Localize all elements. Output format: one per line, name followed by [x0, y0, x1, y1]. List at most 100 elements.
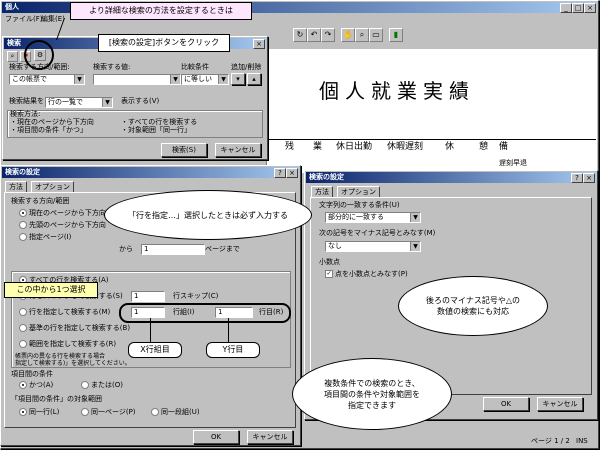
multi-condition-cloud: 複数条件での検索のとき、 項目間の条件や対象範囲を 指定できます [292, 358, 452, 430]
scope-option-column[interactable]: 同一段組(U) [151, 408, 200, 417]
direction-option-page-label: 指定ページ(I) [29, 233, 72, 241]
document-area [266, 49, 597, 173]
radio-icon [151, 408, 159, 416]
item-cond-label: 項目間の条件 [11, 370, 53, 378]
row-option-range[interactable]: 範囲を指定して検索する(R) [19, 340, 116, 349]
and-option[interactable]: かつ(A) [19, 381, 53, 390]
cloud-multi-line-2: 項目間の条件や対象範囲を [324, 389, 420, 399]
row-input-cloud: 「行を指定…」選択したときは必ず入力する [104, 190, 312, 240]
value-select[interactable]: ▼ [93, 74, 181, 85]
radio-icon [19, 233, 27, 241]
settings-right-ok-button[interactable]: OK [483, 397, 529, 411]
settings-left-ok-button[interactable]: OK [193, 430, 239, 444]
row-option-specify-label: 行を指定して検索する(M) [29, 308, 111, 316]
button-highlight-circle [24, 40, 54, 70]
menu-file[interactable]: ファイル(F) [5, 15, 43, 24]
radio-icon [81, 381, 89, 389]
compare-select[interactable]: に等しい ▼ [181, 74, 229, 85]
hand-icon[interactable]: ✋ [341, 28, 355, 42]
or-option[interactable]: または(O) [81, 381, 123, 390]
scope-option-column-label: 同一段組(U) [161, 408, 200, 416]
decimal-checkbox[interactable]: ✓ 点を小数点とみなす(P) [325, 270, 408, 279]
addremove-label: 追加/削除 [231, 63, 262, 71]
radio-icon [19, 308, 27, 316]
settings-right-cancel-button[interactable]: キャンセル [537, 397, 583, 411]
direction-group-label: 検索する方向/範囲 [11, 197, 70, 205]
close-button[interactable]: × [584, 3, 596, 13]
maximize-button[interactable]: □ [572, 3, 584, 13]
label-x-callout: X行組目 [128, 342, 182, 358]
scope-option-page[interactable]: 同一ページ(P) [81, 408, 136, 417]
checkbox-icon: ✓ [325, 270, 333, 278]
col-gyo: 業 [313, 142, 323, 152]
col-kyu: 休 [445, 142, 455, 152]
scope-option-row[interactable]: 同一行(L) [19, 408, 59, 417]
search-icon[interactable]: ⌕ [7, 51, 18, 62]
undo-icon[interactable]: ↶ [307, 28, 321, 42]
col-bi: 備 [499, 142, 509, 152]
search-button[interactable]: 検索(S) [161, 143, 207, 157]
result-select[interactable]: 行の一覧で ▼ [45, 97, 113, 108]
refresh-icon[interactable]: ↻ [293, 28, 307, 42]
direction-option-first[interactable]: 先頭のページから下方向 [19, 221, 106, 230]
row-option-specify[interactable]: 行を指定して検索する(M) [19, 308, 110, 317]
col-holiday-work: 休日出勤 [336, 142, 373, 152]
chevron-down-icon: ▼ [410, 213, 420, 222]
direction-option-current[interactable]: 現在のページから下方向 [19, 209, 106, 218]
radio-icon [19, 221, 27, 229]
search-cancel-button[interactable]: キャンセル [215, 143, 261, 157]
result-suffix: 表示する(V) [121, 97, 160, 105]
cloud-multi-line-3: 指定できます [348, 400, 396, 410]
settings-right-close-button[interactable]: × [583, 173, 595, 183]
skip-input[interactable]: 1 [131, 291, 165, 302]
direction-value: この帳票で [12, 75, 47, 83]
result-label: 検索結果を [9, 97, 44, 105]
row-specify-highlight [119, 303, 291, 323]
method-line-4: ・対象範囲「同一行」 [121, 126, 191, 134]
compare-value: に等しい [184, 75, 212, 83]
chevron-down-icon: ▼ [218, 75, 228, 84]
search-title: 検索 [7, 39, 21, 47]
book-icon[interactable]: ▮ [389, 28, 403, 42]
col-zan: 残 [285, 142, 295, 152]
status-page: ページ 1 / 2 [531, 437, 570, 445]
settings-right-title: 検索の設定 [309, 173, 344, 181]
row-option-range-label: 範囲を指定して検索する(R) [29, 340, 117, 348]
value-label: 検索する値: [93, 63, 131, 71]
cloud-multi-line-1: 複数条件での検索のとき、 [324, 378, 420, 388]
remove-condition-button[interactable]: ▴ [247, 73, 261, 85]
help-button[interactable]: ? [274, 168, 286, 178]
minus-label: 次の記号をマイナス記号とみなす(M) [319, 229, 436, 237]
status-ins: INS [576, 437, 588, 445]
radio-icon [19, 340, 27, 348]
string-match-label: 文字列の一致する条件(U) [319, 201, 400, 209]
scope-option-row-label: 同一行(L) [29, 408, 60, 416]
settings-left-cancel-button[interactable]: キャンセル [247, 430, 293, 444]
fit-icon[interactable]: ▭ [369, 28, 383, 42]
direction-select[interactable]: この帳票で ▼ [9, 74, 85, 85]
row-option-base-label: 基準の行を指定して検索する(B) [29, 324, 131, 332]
header-rule [266, 139, 596, 140]
add-condition-button[interactable]: ▾ [231, 73, 245, 85]
page-to-input[interactable]: 1 [141, 244, 205, 255]
radio-icon [19, 324, 27, 332]
settings-right-titlebar: 検索の設定 [306, 172, 596, 183]
help-button[interactable]: ? [571, 173, 583, 183]
radio-icon [19, 381, 27, 389]
redo-icon[interactable]: ↷ [321, 28, 335, 42]
report-title: 個人就業実績 [319, 79, 475, 103]
minus-select[interactable]: なし ▼ [325, 241, 421, 252]
cloud-minus-line-2: 数値の検索にも対応 [437, 307, 509, 316]
zoom-icon[interactable]: ⌕ [355, 28, 369, 42]
string-match-select[interactable]: 部分的に一致する ▼ [325, 212, 421, 223]
chevron-down-icon: ▼ [170, 75, 180, 84]
settings-left-title: 検索の設定 [5, 168, 40, 176]
chevron-down-icon: ▼ [74, 75, 84, 84]
top-note-callout: より詳細な検索の方法を設定するときは [70, 2, 252, 20]
chevron-down-icon: ▼ [102, 98, 112, 107]
search-close-button[interactable]: × [253, 39, 265, 49]
settings-left-close-button[interactable]: × [286, 168, 298, 178]
row-option-base[interactable]: 基準の行を指定して検索する(B) [19, 324, 130, 333]
minimize-button[interactable]: _ [560, 3, 572, 13]
direction-option-page[interactable]: 指定ページ(I) [19, 233, 71, 242]
